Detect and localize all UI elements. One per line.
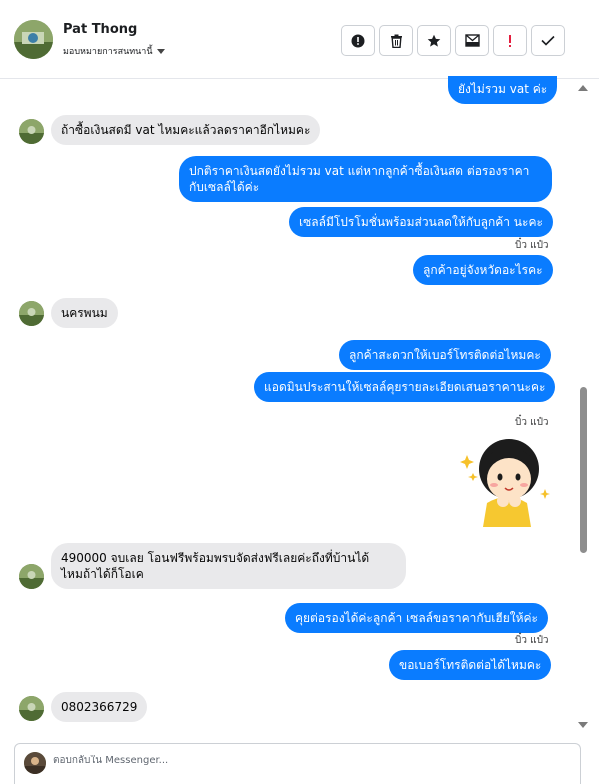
alert-circle-icon [351, 34, 365, 47]
message-outgoing[interactable]: ลูกค้าอยู่จังหวัดอะไรคะ [413, 255, 553, 285]
reply-input[interactable] [53, 755, 553, 766]
message-outgoing[interactable]: ยังไม่รวม vat ค่ะ [448, 76, 558, 104]
delete-button[interactable] [379, 25, 413, 56]
contact-avatar-small [19, 301, 44, 326]
message-outgoing[interactable]: ขอเบอร์โทรติดต่อได้ไหมคะ [389, 650, 552, 680]
message-outgoing[interactable]: คุยต่อรองได้ค่ะลูกค้า เซลล์ขอราคากับเฮีย… [285, 603, 548, 633]
message-line: กับเซลล์ได้ค่ะ [189, 180, 260, 194]
contact-avatar-small [19, 119, 44, 144]
message-incoming[interactable]: นครพนม [51, 298, 118, 328]
exclamation-icon [509, 34, 511, 47]
header-actions [341, 25, 565, 56]
message-line: ปกติราคาเงินสดยังไม่รวม vat แต่หากลูกค้า… [189, 164, 530, 178]
seen-receipt: บิ๋ว แป๋ว [515, 635, 549, 646]
star-icon [427, 34, 441, 47]
message-line: 490000 จบเลย โอนฟรีพร้อมพรบจัดส่งฟรีเลยค… [61, 551, 370, 565]
sticker-message[interactable] [459, 435, 555, 527]
page-avatar [24, 752, 46, 774]
mark-unread-button[interactable] [455, 25, 489, 56]
scroll-up-arrow-icon[interactable] [578, 85, 588, 91]
message-incoming[interactable]: 0802366729 [51, 692, 148, 722]
girl-sticker-icon [460, 439, 550, 527]
done-button[interactable] [531, 25, 565, 56]
message-incoming[interactable]: ถ้าซื้อเงินสดมี vat ไหมคะแล้วลดราคาอีกไห… [51, 115, 321, 145]
assign-conversation-dropdown[interactable]: มอบหมายการสนทนานี้ [63, 44, 165, 58]
trash-icon [390, 34, 402, 48]
seen-receipt: บิ๋ว แป๋ว [515, 240, 549, 251]
message-outgoing[interactable]: ปกติราคาเงินสดยังไม่รวม vat แต่หากลูกค้า… [179, 156, 552, 202]
message-outgoing[interactable]: แอดมินประสานให้เซลล์คุยรายละเอียดเสนอราค… [254, 372, 556, 402]
star-button[interactable] [417, 25, 451, 56]
caret-down-icon [156, 48, 165, 54]
message-outgoing[interactable]: ลูกค้าสะดวกให้เบอร์โทรติดต่อไหมคะ [339, 340, 551, 370]
contact-avatar-small [19, 564, 44, 589]
scroll-down-arrow-icon[interactable] [578, 722, 588, 728]
follow-up-button[interactable] [493, 25, 527, 56]
message-incoming[interactable]: 490000 จบเลย โอนฟรีพร้อมพรบจัดส่งฟรีเลยค… [51, 543, 406, 589]
scrollbar-thumb[interactable] [580, 387, 587, 553]
assign-label: มอบหมายการสนทนานี้ [63, 47, 153, 57]
seen-receipt: บิ๋ว แป๋ว [515, 417, 549, 428]
contact-name[interactable]: Pat Thong [63, 22, 137, 37]
reply-composer [14, 743, 581, 784]
check-icon [541, 35, 555, 46]
spam-report-button[interactable] [341, 25, 375, 56]
contact-avatar-small [19, 696, 44, 721]
message-line: ไหมถ้าได้ก็โอเค [61, 567, 144, 581]
message-outgoing[interactable]: เซลล์มีโปรโมชั่นพร้อมส่วนลดให้กับลูกค้า … [289, 207, 553, 237]
contact-avatar[interactable] [14, 20, 53, 59]
envelope-icon [464, 34, 480, 47]
conversation-header: Pat Thong มอบหมายการสนทนานี้ [0, 0, 599, 79]
